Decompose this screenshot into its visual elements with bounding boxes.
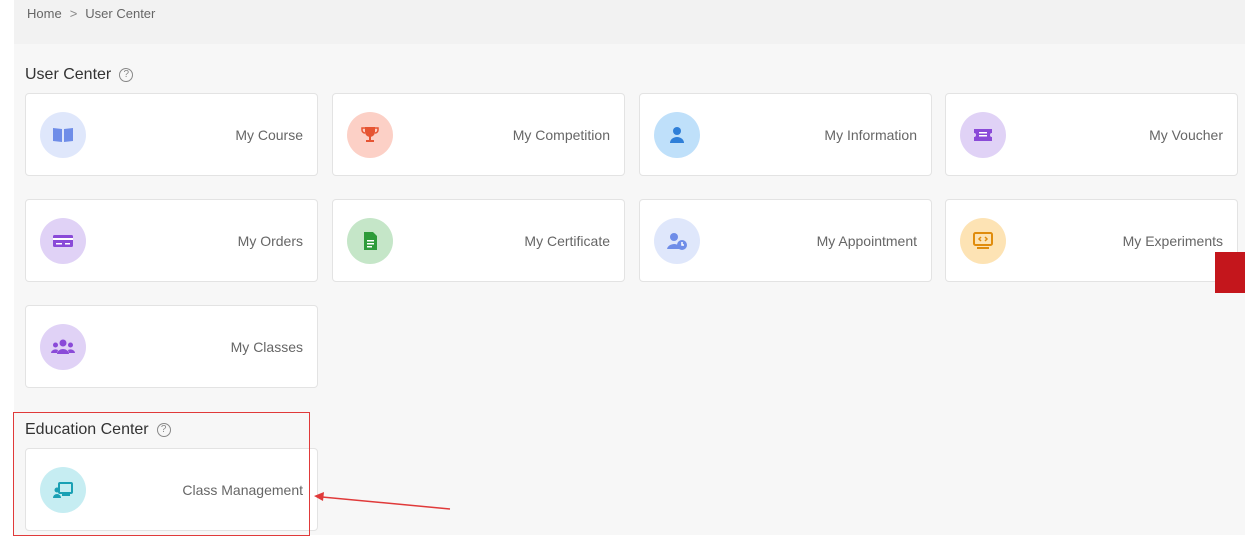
card-label: My Appointment	[816, 233, 917, 249]
page: Home > User Center User Center ? My Cour…	[14, 0, 1245, 535]
card-my-classes[interactable]: My Classes	[25, 305, 318, 388]
card-label: My Experiments	[1122, 233, 1223, 249]
card-label: Class Management	[182, 482, 303, 498]
card-my-voucher[interactable]: My Voucher	[945, 93, 1238, 176]
question-circle-icon[interactable]: ?	[119, 68, 134, 82]
card-my-competition[interactable]: My Competition	[332, 93, 625, 176]
breadcrumb-home[interactable]: Home	[27, 6, 62, 21]
card-label: My Information	[824, 127, 917, 143]
book-icon	[40, 112, 86, 158]
breadcrumb-current: User Center	[85, 6, 156, 21]
ticket-icon	[960, 112, 1006, 158]
card-label: My Voucher	[1149, 127, 1223, 143]
floating-side-tab[interactable]	[1215, 252, 1245, 293]
card-class-management[interactable]: Class Management	[25, 448, 318, 531]
card-my-orders[interactable]: My Orders	[25, 199, 318, 282]
card-label: My Competition	[512, 127, 610, 143]
monitor-code-icon	[960, 218, 1006, 264]
class-board-icon	[40, 467, 86, 513]
card-my-information[interactable]: My Information	[639, 93, 932, 176]
breadcrumb-separator: >	[69, 6, 78, 21]
card-my-experiments[interactable]: My Experiments	[945, 199, 1238, 282]
education-center-title: Education Center ?	[25, 421, 171, 439]
education-center-title-text: Education Center	[25, 421, 149, 438]
breadcrumb-bar: Home > User Center	[14, 0, 1245, 44]
card-label: My Classes	[230, 339, 303, 355]
breadcrumb: Home > User Center	[27, 6, 155, 21]
card-my-certificate[interactable]: My Certificate	[332, 199, 625, 282]
card-label: My Certificate	[524, 233, 610, 249]
users-icon	[40, 324, 86, 370]
user-center-title-text: User Center	[25, 66, 112, 83]
card-label: My Orders	[237, 233, 303, 249]
card-my-course[interactable]: My Course	[25, 93, 318, 176]
user-center-title: User Center ?	[25, 66, 134, 84]
card-my-appointment[interactable]: My Appointment	[639, 199, 932, 282]
trophy-icon	[347, 112, 393, 158]
card-label: My Course	[235, 127, 303, 143]
user-clock-icon	[654, 218, 700, 264]
card-icon	[40, 218, 86, 264]
question-circle-icon[interactable]: ?	[156, 423, 171, 437]
left-edge	[0, 0, 14, 535]
user-icon	[654, 112, 700, 158]
document-icon	[347, 218, 393, 264]
